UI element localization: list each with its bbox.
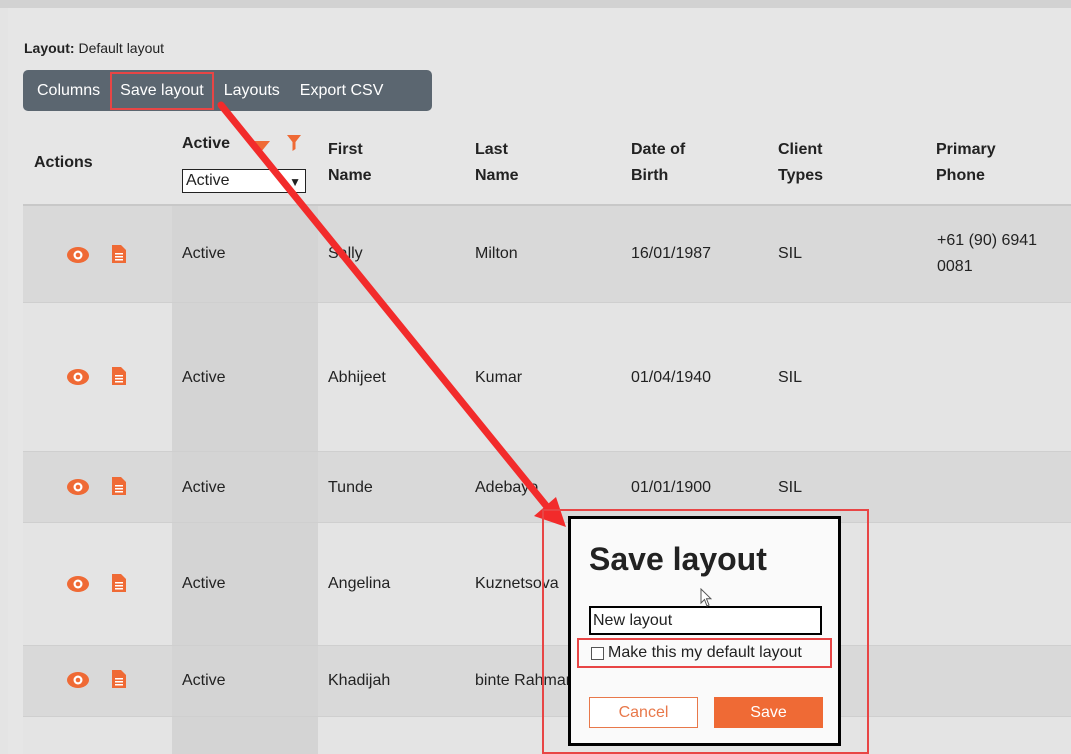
header-client-types[interactable]: Client Types <box>778 137 823 189</box>
layout-name-input[interactable]: New layout <box>589 606 822 635</box>
layout-value: Default layout <box>78 40 165 56</box>
dialog-title: Save layout <box>589 541 767 577</box>
row-divider <box>23 451 1071 452</box>
header-dob[interactable]: Date of Birth <box>631 137 685 189</box>
chevron-down-icon: ▼ <box>289 175 301 189</box>
save-layout-dialog: Save layout New layout Make this my defa… <box>568 516 841 746</box>
sort-desc-icon[interactable] <box>252 141 270 152</box>
cell-client-type: SIL <box>778 369 803 386</box>
cell-client-type: SIL <box>778 245 803 262</box>
current-layout: Layout: Default layout <box>24 40 164 56</box>
columns-button[interactable]: Columns <box>29 74 108 108</box>
cell-active: Active <box>182 479 226 496</box>
default-layout-option[interactable]: Make this my default layout <box>577 638 832 668</box>
cell-active: Active <box>182 369 226 386</box>
default-layout-checkbox[interactable] <box>591 646 604 660</box>
view-eye-icon[interactable] <box>67 576 89 592</box>
cell-client-type: SIL <box>778 479 803 496</box>
cancel-button[interactable]: Cancel <box>589 697 698 728</box>
cell-first-name: Sally <box>328 245 363 262</box>
document-icon[interactable] <box>112 574 126 592</box>
cell-dob: 01/01/1900 <box>631 479 712 496</box>
document-icon[interactable] <box>112 477 126 495</box>
save-layout-button[interactable]: Save layout <box>110 71 214 110</box>
default-layout-label: Make this my default layout <box>608 644 802 661</box>
active-filter-value: Active <box>186 172 230 189</box>
document-icon[interactable] <box>112 245 126 263</box>
view-eye-icon[interactable] <box>67 369 89 385</box>
cell-phone: +61 (90) 6941 0081 <box>937 232 1038 275</box>
cell-first-name: Abhijeet <box>328 369 386 386</box>
save-button[interactable]: Save <box>714 697 823 728</box>
cell-active: Active <box>182 245 226 262</box>
cell-first-name: Tunde <box>328 479 373 496</box>
header-active[interactable]: Active <box>182 131 230 157</box>
cell-active: Active <box>182 575 226 592</box>
cell-last-name: Milton <box>475 245 518 262</box>
view-eye-icon[interactable] <box>67 672 89 688</box>
row-divider <box>23 302 1071 303</box>
header-last-name[interactable]: Last Name <box>475 137 519 189</box>
document-icon[interactable] <box>112 367 126 385</box>
cell-active: Active <box>182 672 226 689</box>
view-eye-icon[interactable] <box>67 247 89 263</box>
top-strip <box>0 0 1071 8</box>
layouts-button[interactable]: Layouts <box>216 74 288 108</box>
header-actions: Actions <box>34 154 93 171</box>
active-filter-select[interactable]: Active ▼ <box>182 169 306 193</box>
cell-last-name: Kumar <box>475 369 523 386</box>
export-csv-button[interactable]: Export CSV <box>292 74 392 108</box>
document-icon[interactable] <box>112 670 126 688</box>
filter-icon[interactable] <box>287 135 301 151</box>
layout-label: Layout: <box>24 40 75 56</box>
mouse-cursor-icon <box>700 588 712 607</box>
view-eye-icon[interactable] <box>67 479 89 495</box>
cell-first-name: Khadijah <box>328 672 391 689</box>
cell-dob: 16/01/1987 <box>631 245 712 262</box>
cell-first-name: Angelina <box>328 575 391 592</box>
header-first-name[interactable]: First Name <box>328 137 372 189</box>
header-primary-phone[interactable]: Primary Phone <box>936 137 996 189</box>
cell-dob: 01/04/1940 <box>631 369 712 386</box>
cell-last-name: Adebayo <box>475 479 539 496</box>
grid-toolbar: Columns Save layout Layouts Export CSV <box>23 70 432 111</box>
